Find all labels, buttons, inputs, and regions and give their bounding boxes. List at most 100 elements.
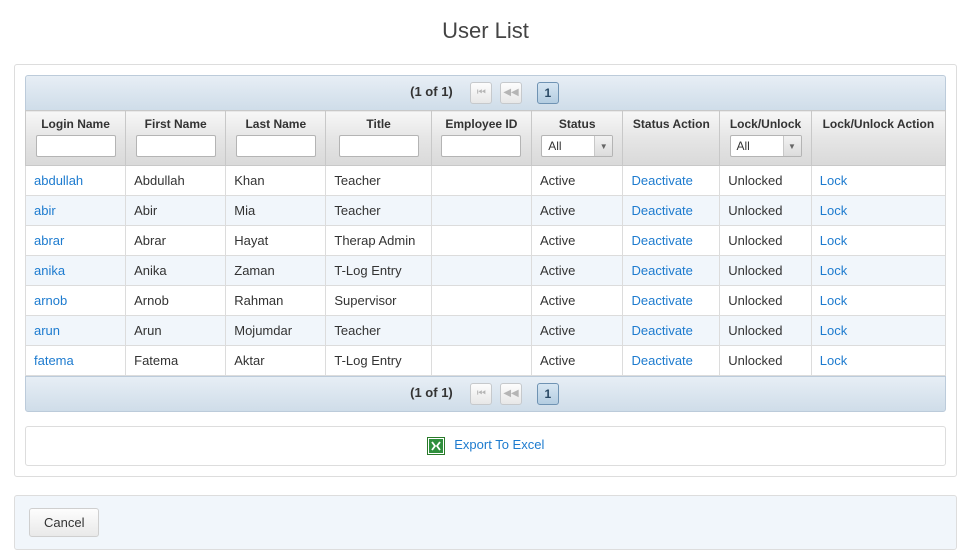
status-action-link[interactable]: Deactivate <box>631 263 692 278</box>
cell-employee-id <box>431 196 531 226</box>
cell-status: Active <box>531 226 623 256</box>
cell-lock: Unlocked <box>720 346 812 376</box>
cell-lock: Unlocked <box>720 166 812 196</box>
cell-last-name: Mia <box>226 196 326 226</box>
lock-action-link[interactable]: Lock <box>820 323 847 338</box>
page-title: User List <box>14 18 957 44</box>
cell-first-name: Abrar <box>126 226 226 256</box>
status-action-link[interactable]: Deactivate <box>631 353 692 368</box>
cell-lock: Unlocked <box>720 286 812 316</box>
user-list-panel: (1 of 1) ⏮ ◀◀ 1 Login Name First Name La… <box>14 64 957 477</box>
lock-action-link[interactable]: Lock <box>820 353 847 368</box>
first-page-button[interactable]: ⏮ <box>470 82 492 104</box>
login-link[interactable]: anika <box>34 263 65 278</box>
paginator-bottom-label: (1 of 1) <box>410 385 453 400</box>
login-link[interactable]: arnob <box>34 293 67 308</box>
filter-first-name[interactable] <box>136 135 216 157</box>
cell-last-name: Aktar <box>226 346 326 376</box>
table-row: abdullahAbdullahKhanTeacherActiveDeactiv… <box>26 166 946 196</box>
col-employee-id: Employee ID <box>431 111 531 166</box>
chevron-down-icon: ▼ <box>783 136 801 156</box>
cancel-button[interactable]: Cancel <box>29 508 99 537</box>
cell-title: Supervisor <box>326 286 431 316</box>
login-link[interactable]: abrar <box>34 233 64 248</box>
cell-first-name: Fatema <box>126 346 226 376</box>
prev-page-button[interactable]: ◀◀ <box>500 82 522 104</box>
filter-login-name[interactable] <box>36 135 116 157</box>
cell-employee-id <box>431 226 531 256</box>
lock-action-link[interactable]: Lock <box>820 233 847 248</box>
paginator-top: (1 of 1) ⏮ ◀◀ 1 <box>25 75 946 110</box>
cell-lock: Unlocked <box>720 226 812 256</box>
cell-status: Active <box>531 316 623 346</box>
cell-lock: Unlocked <box>720 196 812 226</box>
login-link[interactable]: arun <box>34 323 60 338</box>
chevron-down-icon: ▼ <box>594 136 612 156</box>
lock-action-link[interactable]: Lock <box>820 263 847 278</box>
prev-page-button-bottom[interactable]: ◀◀ <box>500 383 522 405</box>
table-row: arnob ArnobRahmanSupervisor Active Deactiva… <box>26 286 946 316</box>
cell-first-name: Anika <box>126 256 226 286</box>
cell-title: T-Log Entry <box>326 256 431 286</box>
col-lock-unlock: Lock/Unlock All ▼ <box>720 111 812 166</box>
cell-status: Active <box>531 286 623 316</box>
col-lock-unlock-action: Lock/Unlock Action <box>811 111 945 166</box>
filter-title[interactable] <box>339 135 419 157</box>
paginator-top-label: (1 of 1) <box>410 84 453 99</box>
cell-status: Active <box>531 166 623 196</box>
col-status: Status All ▼ <box>531 111 623 166</box>
table-row: anika AnikaZamanT-Log Entry Active Deactiva… <box>26 256 946 286</box>
cell-first-name: Arun <box>126 316 226 346</box>
status-action-link[interactable]: Deactivate <box>631 173 692 188</box>
status-action-link[interactable]: Deactivate <box>631 203 692 218</box>
cell-title: Therap Admin <box>326 226 431 256</box>
col-status-label: Status <box>538 117 617 131</box>
filter-status-select[interactable]: All ▼ <box>541 135 613 157</box>
cell-status: Active <box>531 196 623 226</box>
status-action-link[interactable]: Deactivate <box>631 323 692 338</box>
login-link[interactable]: abdullah <box>34 173 83 188</box>
filter-lock-value: All <box>731 136 783 156</box>
table-row: abirAbirMiaTeacherActiveDeactivateUnlock… <box>26 196 946 226</box>
col-lock-unlock-action-label: Lock/Unlock Action <box>818 117 939 131</box>
table-row: arunArunMojumdarTeacherActiveDeactivateU… <box>26 316 946 346</box>
cell-lock: Unlocked <box>720 256 812 286</box>
lock-action-link[interactable]: Lock <box>820 173 847 188</box>
col-status-action: Status Action <box>623 111 720 166</box>
cell-title: T-Log Entry <box>326 346 431 376</box>
col-login-name: Login Name <box>26 111 126 166</box>
export-excel-label: Export To Excel <box>454 437 544 452</box>
cell-last-name: Khan <box>226 166 326 196</box>
filter-lock-select[interactable]: All ▼ <box>730 135 802 157</box>
lock-action-link[interactable]: Lock <box>820 203 847 218</box>
page-1-button[interactable]: 1 <box>537 82 559 104</box>
cell-last-name: Zaman <box>226 256 326 286</box>
filter-last-name[interactable] <box>236 135 316 157</box>
cell-last-name: Rahman <box>226 286 326 316</box>
lock-action-link[interactable]: Lock <box>820 293 847 308</box>
col-employee-id-label: Employee ID <box>438 117 525 131</box>
cell-lock: Unlocked <box>720 316 812 346</box>
status-action-link[interactable]: Deactivate <box>631 233 692 248</box>
footer-panel: Cancel <box>14 495 957 550</box>
cell-employee-id <box>431 286 531 316</box>
export-excel-link[interactable]: Export To Excel <box>427 437 545 452</box>
col-last-name: Last Name <box>226 111 326 166</box>
cell-first-name: Arnob <box>126 286 226 316</box>
filter-status-value: All <box>542 136 594 156</box>
table-row: fatemaFatemaAktarT-Log EntryActiveDeacti… <box>26 346 946 376</box>
cell-status: Active <box>531 256 623 286</box>
cell-employee-id <box>431 346 531 376</box>
filter-employee-id[interactable] <box>441 135 521 157</box>
status-action-link[interactable]: Deactivate <box>631 293 692 308</box>
login-link[interactable]: fatema <box>34 353 74 368</box>
first-page-button-bottom[interactable]: ⏮ <box>470 383 492 405</box>
col-login-name-label: Login Name <box>32 117 119 131</box>
col-status-action-label: Status Action <box>629 117 713 131</box>
cell-employee-id <box>431 256 531 286</box>
cell-last-name: Mojumdar <box>226 316 326 346</box>
cell-employee-id <box>431 316 531 346</box>
login-link[interactable]: abir <box>34 203 56 218</box>
page-1-button-bottom[interactable]: 1 <box>537 383 559 405</box>
export-bar: Export To Excel <box>25 426 946 466</box>
